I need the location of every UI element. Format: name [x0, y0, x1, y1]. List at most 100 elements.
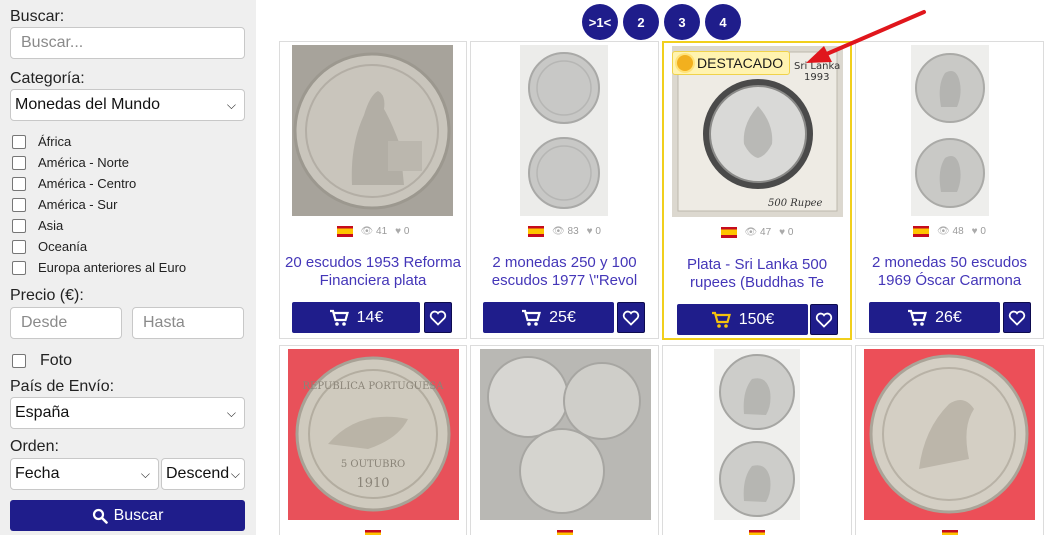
product-card[interactable]: 👁 41 ♥ 0 20 escudos 1953 Reforma Financi…	[279, 41, 467, 339]
checkbox[interactable]	[12, 218, 26, 233]
checkbox[interactable]	[12, 239, 26, 254]
price-label: 150€	[738, 310, 775, 328]
region-item[interactable]: América - Norte	[10, 152, 246, 173]
region-label: Asia	[38, 218, 64, 233]
region-label: Europa anteriores al Euro	[38, 260, 187, 275]
region-label: América - Sur	[38, 197, 118, 212]
likes-count: ♥ 0	[586, 226, 601, 237]
favorite-button[interactable]	[810, 304, 838, 335]
chevron-down-icon: ⌵	[230, 466, 240, 481]
spain-flag-icon	[365, 530, 381, 535]
spain-flag-icon	[556, 530, 573, 535]
price-label: 26€	[935, 308, 962, 326]
photo-note-text: Sri Lanka	[794, 61, 840, 72]
sun-icon	[677, 55, 693, 71]
checkbox[interactable]	[12, 155, 26, 170]
ship-country-value: España	[15, 404, 70, 421]
product-photo[interactable]	[520, 45, 608, 216]
checkbox[interactable]	[12, 197, 26, 212]
buy-button[interactable]: 150€	[677, 304, 808, 335]
photo-label: Foto	[40, 352, 73, 369]
product-meta: 👁 48 ♥ 0	[856, 226, 1043, 237]
spain-flag-icon	[528, 226, 545, 237]
region-item[interactable]: Asia	[10, 215, 246, 236]
buy-button[interactable]: 25€	[483, 302, 614, 333]
order-field-value: Fecha	[15, 465, 60, 482]
heart-outline-icon	[429, 310, 447, 326]
price-from-input[interactable]	[10, 307, 122, 339]
favorite-button[interactable]	[424, 302, 452, 333]
product-title-link[interactable]: Plata - Sri Lanka 500 rupees (Buddhas Te	[668, 256, 846, 292]
chevron-down-icon: ⌵	[226, 97, 236, 112]
price-label: 14€	[356, 308, 384, 326]
product-meta: 👁 47 ♥ 0	[664, 227, 850, 238]
buy-button[interactable]: 26€	[869, 302, 1000, 333]
filter-sidebar: Buscar: Categoría: Monedas del Mundo ⌵ Á…	[0, 0, 256, 535]
product-meta	[856, 530, 1043, 535]
category-select[interactable]: Monedas del Mundo ⌵	[10, 89, 245, 121]
region-item[interactable]: América - Centro	[10, 173, 246, 194]
product-card[interactable]	[470, 345, 659, 535]
shopping-cart-icon	[522, 309, 542, 326]
region-label: América - Centro	[38, 176, 137, 191]
search-label: Buscar:	[10, 8, 65, 25]
product-photo[interactable]	[911, 45, 989, 216]
product-meta	[663, 530, 851, 535]
page-button[interactable]: 3	[664, 4, 700, 40]
checkbox[interactable]	[12, 260, 26, 275]
spain-flag-icon	[720, 227, 737, 238]
product-photo[interactable]: REPUBLICA PORTUGUESA 5 OUTUBRO 1910	[288, 349, 459, 520]
product-card[interactable]: 👁 48 ♥ 0 2 monedas 50 escudos 1969 Óscar…	[855, 41, 1044, 339]
region-item[interactable]: América - Sur	[10, 194, 246, 215]
order-direction-select[interactable]: Descend ⌵	[161, 458, 245, 490]
spain-flag-icon	[336, 226, 353, 237]
favorite-button[interactable]	[1003, 302, 1031, 333]
product-card-featured[interactable]: Sri Lanka 1993 500 Rupee DESTACADO 👁 47 …	[662, 41, 852, 340]
spain-flag-icon	[941, 530, 958, 535]
product-meta	[280, 530, 466, 535]
product-card[interactable]: 👁 83 ♥ 0 2 monedas 250 y 100 escudos 197…	[470, 41, 659, 339]
product-photo[interactable]	[480, 349, 651, 520]
category-value: Monedas del Mundo	[15, 96, 160, 113]
order-field-select[interactable]: Fecha ⌵	[10, 458, 159, 490]
checkbox[interactable]	[12, 134, 26, 149]
buy-button[interactable]: 14€	[292, 302, 420, 333]
product-title-link[interactable]: 2 monedas 250 y 100 escudos 1977 \"Revol	[475, 254, 654, 290]
region-item[interactable]: África	[10, 131, 246, 152]
price-to-input[interactable]	[132, 307, 244, 339]
shopping-cart-icon	[711, 311, 731, 328]
checkbox[interactable]	[12, 176, 26, 191]
views-count: 👁 41	[360, 226, 388, 237]
product-card[interactable]: REPUBLICA PORTUGUESA 5 OUTUBRO 1910	[279, 345, 467, 535]
price-label: Precio (€):	[10, 287, 84, 304]
product-photo[interactable]	[714, 349, 800, 520]
coin-legend-text: 1910	[356, 476, 389, 491]
coin-legend-text: REPUBLICA PORTUGUESA	[303, 381, 445, 392]
search-button[interactable]: Buscar	[10, 500, 245, 531]
shopping-cart-icon	[329, 309, 349, 326]
photo-note-text: 1993	[804, 72, 829, 83]
ship-country-select[interactable]: España ⌵	[10, 397, 245, 429]
eye-icon: 👁	[360, 226, 374, 237]
product-photo[interactable]	[864, 349, 1035, 520]
search-input[interactable]	[10, 27, 245, 59]
product-card[interactable]	[662, 345, 852, 535]
shopping-cart-icon	[908, 309, 928, 326]
category-label: Categoría:	[10, 70, 85, 87]
order-controls: Fecha ⌵ Descend ⌵	[10, 458, 246, 490]
photo-filter[interactable]: Foto	[10, 352, 246, 370]
product-title-link[interactable]: 20 escudos 1953 Reforma Financiera plata	[284, 254, 462, 290]
pagination: >1< 2 3 4	[582, 4, 741, 40]
product-title-link[interactable]: 2 monedas 50 escudos 1969 Óscar Carmona	[860, 254, 1039, 290]
region-item[interactable]: Oceanía	[10, 236, 246, 257]
price-range	[10, 307, 246, 339]
product-card[interactable]	[855, 345, 1044, 535]
page-button-current[interactable]: >1<	[582, 4, 618, 40]
favorite-button[interactable]	[617, 302, 645, 333]
photo-checkbox[interactable]	[12, 354, 26, 368]
page-button[interactable]: 4	[705, 4, 741, 40]
product-photo[interactable]	[292, 45, 453, 216]
region-item[interactable]: Europa anteriores al Euro	[10, 257, 246, 278]
page-button[interactable]: 2	[623, 4, 659, 40]
views-count: 👁 48	[937, 226, 964, 237]
